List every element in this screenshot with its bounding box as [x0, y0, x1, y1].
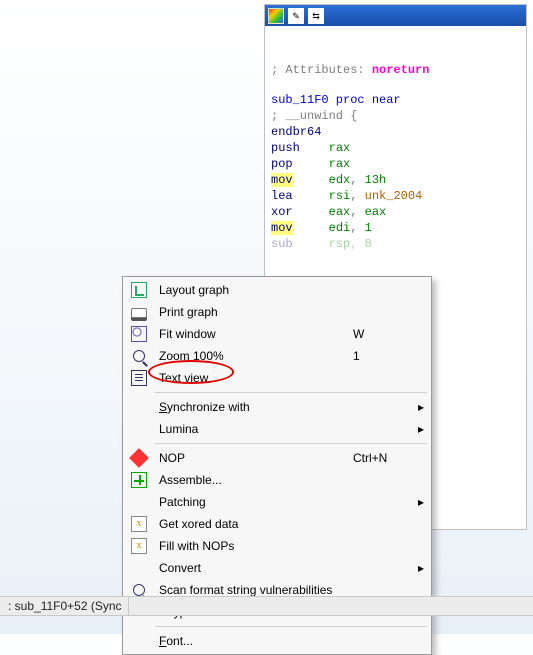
palette-icon[interactable] [268, 8, 284, 24]
nop-icon [129, 448, 149, 468]
asm-reg: rax [329, 141, 351, 155]
asm-mnem: push [271, 141, 300, 155]
menu-item-lumina[interactable]: Lumina ▸ [125, 418, 429, 440]
graph-icon [131, 282, 147, 298]
asm-num: 13h [365, 173, 387, 187]
toggle-icon[interactable]: ⇆ [308, 8, 324, 24]
magnifier-icon [133, 584, 145, 596]
menu-label: Lumina [153, 422, 353, 436]
menu-item-print-graph[interactable]: Print graph [125, 301, 429, 323]
menu-item-fill-nops[interactable]: x Fill with NOPs [125, 535, 429, 557]
menu-item-patching[interactable]: Patching ▸ [125, 491, 429, 513]
menu-label: Assemble... [153, 473, 353, 487]
asm-reg: rax [329, 157, 351, 171]
menu-label: Zoom 100% [153, 349, 353, 363]
menu-label: Text view [153, 371, 353, 385]
menu-item-convert[interactable]: Convert ▸ [125, 557, 429, 579]
status-text: : sub_11F0+52 (Sync [2, 597, 129, 615]
printer-icon [131, 308, 147, 318]
menu-item-synchronize-with[interactable]: Synchronize with ▸ [125, 396, 429, 418]
menu-label: Synchronize with [153, 400, 353, 414]
asm-noreturn: noreturn [372, 63, 430, 77]
menu-label: NOP [153, 451, 353, 465]
magnifier-icon [133, 350, 145, 362]
chip-icon [131, 472, 147, 488]
menu-label: Convert [153, 561, 353, 575]
menu-item-nop[interactable]: NOP Ctrl+N [125, 447, 429, 469]
menu-item-get-xored[interactable]: x Get xored data [125, 513, 429, 535]
menu-shortcut: W [353, 327, 413, 341]
graph-node-titlebar: ✎ ⇆ [265, 5, 526, 26]
menu-label: Fill with NOPs [153, 539, 353, 553]
menu-item-fit-window[interactable]: Fit window W [125, 323, 429, 345]
menu-label: Scan format string vulnerabilities [153, 583, 353, 597]
menu-label: Patching [153, 495, 353, 509]
menu-item-text-view[interactable]: Text view [125, 367, 429, 389]
asm-num: 8 [365, 237, 372, 251]
menu-shortcut: Ctrl+N [353, 451, 413, 465]
submenu-arrow-icon: ▸ [413, 400, 429, 414]
asm-mnem: lea [271, 189, 293, 203]
menu-label: Fit window [153, 327, 353, 341]
asm-reg: eax [365, 205, 387, 219]
asm-reg: rsp [329, 237, 351, 251]
asm-symbol: unk_2004 [365, 189, 423, 203]
menu-label: Font... [153, 634, 353, 648]
nops-icon: x [131, 538, 147, 554]
menu-shortcut: 1 [353, 349, 413, 363]
menu-label: Print graph [153, 305, 353, 319]
asm-mnem: pop [271, 157, 293, 171]
menu-separator [155, 626, 427, 627]
status-bar: : sub_11F0+52 (Sync [0, 596, 533, 616]
menu-item-font[interactable]: Font... [125, 630, 429, 652]
menu-item-layout-graph[interactable]: Layout graph [125, 279, 429, 301]
asm-comment: ; Attributes: [271, 63, 372, 77]
asm-unwind: ; __unwind { [271, 109, 357, 123]
asm-proc-label: sub_11F0 proc near [271, 93, 401, 107]
menu-item-assemble[interactable]: Assemble... [125, 469, 429, 491]
menu-item-zoom-100[interactable]: Zoom 100% 1 [125, 345, 429, 367]
submenu-arrow-icon: ▸ [413, 495, 429, 509]
menu-separator [155, 443, 427, 444]
menu-label: Get xored data [153, 517, 353, 531]
text-lines-icon [131, 370, 147, 386]
asm-num: 1 [365, 221, 372, 235]
edit-icon[interactable]: ✎ [288, 8, 304, 24]
asm-mnem: mov [271, 221, 293, 235]
menu-label: Layout graph [153, 283, 353, 297]
menu-separator [155, 392, 427, 393]
submenu-arrow-icon: ▸ [413, 561, 429, 575]
asm-mnem: mov [271, 173, 293, 187]
asm-reg: eax [329, 205, 351, 219]
asm-reg: edi [329, 221, 351, 235]
submenu-arrow-icon: ▸ [413, 422, 429, 436]
fit-icon [131, 326, 147, 342]
asm-mnem: xor [271, 205, 293, 219]
asm-reg: rsi [329, 189, 351, 203]
asm-mnem: sub [271, 237, 293, 251]
asm-reg: edx [329, 173, 351, 187]
disassembly-body[interactable]: ; Attributes: noreturn sub_11F0 proc nea… [265, 26, 526, 260]
xor-icon: x [131, 516, 147, 532]
asm-mnem: endbr64 [271, 125, 321, 139]
